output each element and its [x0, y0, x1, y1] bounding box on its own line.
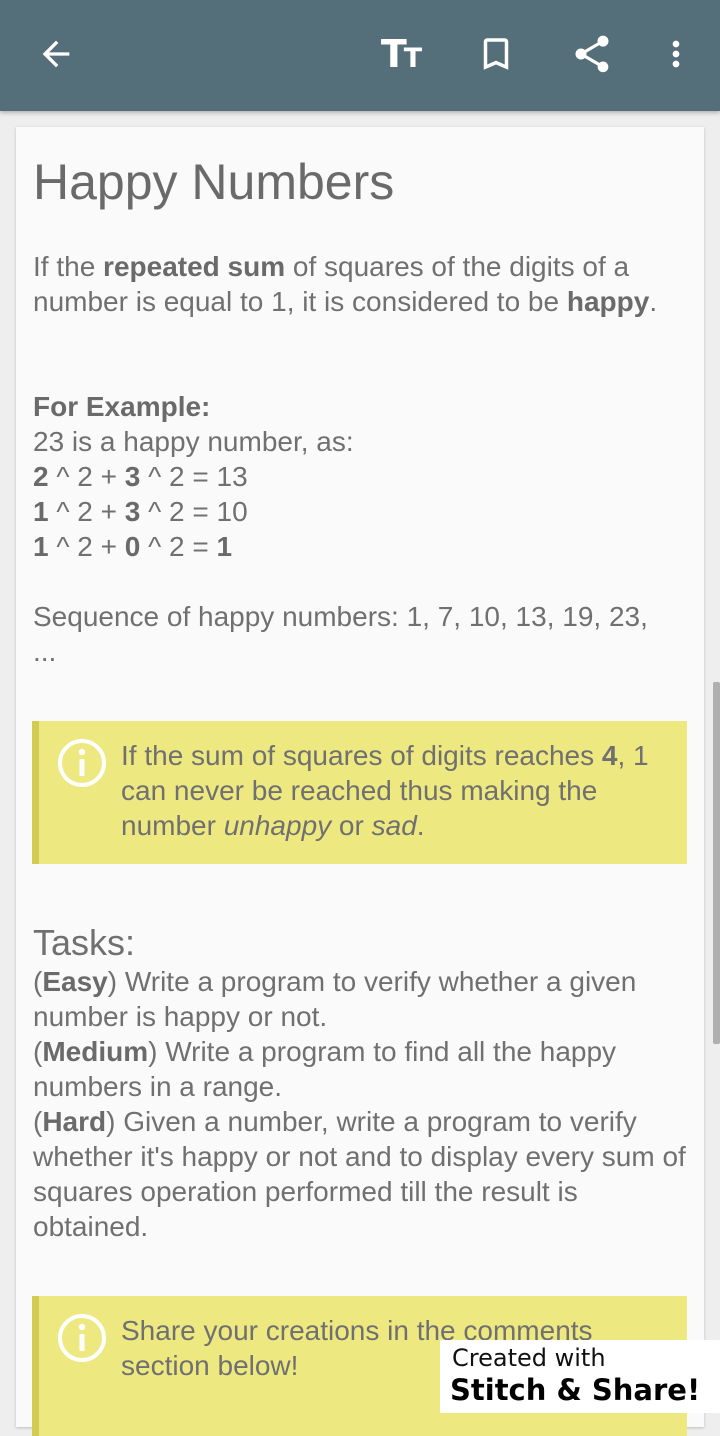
text-size-button[interactable]: TT: [368, 22, 432, 86]
note-text: If the sum of squares of digits reaches …: [121, 740, 649, 841]
example-block: For Example: 23 is a happy number, as: 2…: [33, 389, 673, 564]
article-card: Happy Numbers If the repeated sum of squ…: [16, 127, 704, 1436]
info-icon: [58, 739, 106, 787]
more-vert-icon: [672, 40, 680, 68]
text-size-icon: TT: [380, 32, 422, 76]
example-step: 2 ^ 2 + 3 ^ 2 = 13: [33, 461, 248, 492]
watermark-line2: Stitch & Share!: [450, 1373, 701, 1407]
share-button[interactable]: [560, 22, 624, 86]
tasks-heading: Tasks:: [33, 922, 136, 963]
arrow-back-icon: [42, 40, 70, 68]
intro-paragraph: If the repeated sum of squares of the di…: [33, 251, 658, 317]
task-item: (Easy) Write a program to verify whether…: [33, 966, 637, 1032]
sequence-paragraph: Sequence of happy numbers: 1, 7, 10, 13,…: [33, 601, 648, 667]
task-item: (Hard) Given a number, write a program t…: [33, 1106, 686, 1242]
example-step: 1 ^ 2 + 3 ^ 2 = 10: [33, 496, 248, 527]
example-step: 1 ^ 2 + 0 ^ 2 = 1: [33, 531, 233, 562]
example-line: 23 is a happy number, as:: [33, 426, 354, 457]
article-title: Happy Numbers: [33, 154, 395, 210]
tasks-list: (Easy) Write a program to verify whether…: [33, 964, 693, 1244]
scrollbar-thumb[interactable]: [713, 682, 720, 1044]
bookmark-button[interactable]: [464, 22, 528, 86]
info-icon: [58, 1314, 106, 1362]
app-toolbar: TT: [0, 0, 720, 111]
more-options-button[interactable]: [644, 22, 708, 86]
info-note: If the sum of squares of digits reaches …: [32, 721, 687, 864]
back-button[interactable]: [24, 22, 88, 86]
watermark-line1: Created with: [452, 1344, 606, 1372]
task-item: (Medium) Write a program to find all the…: [33, 1036, 617, 1102]
share-icon: [575, 35, 609, 73]
watermark: Created with Stitch & Share!: [440, 1340, 720, 1413]
bookmark-icon: [483, 38, 509, 70]
example-heading: For Example:: [33, 391, 211, 422]
